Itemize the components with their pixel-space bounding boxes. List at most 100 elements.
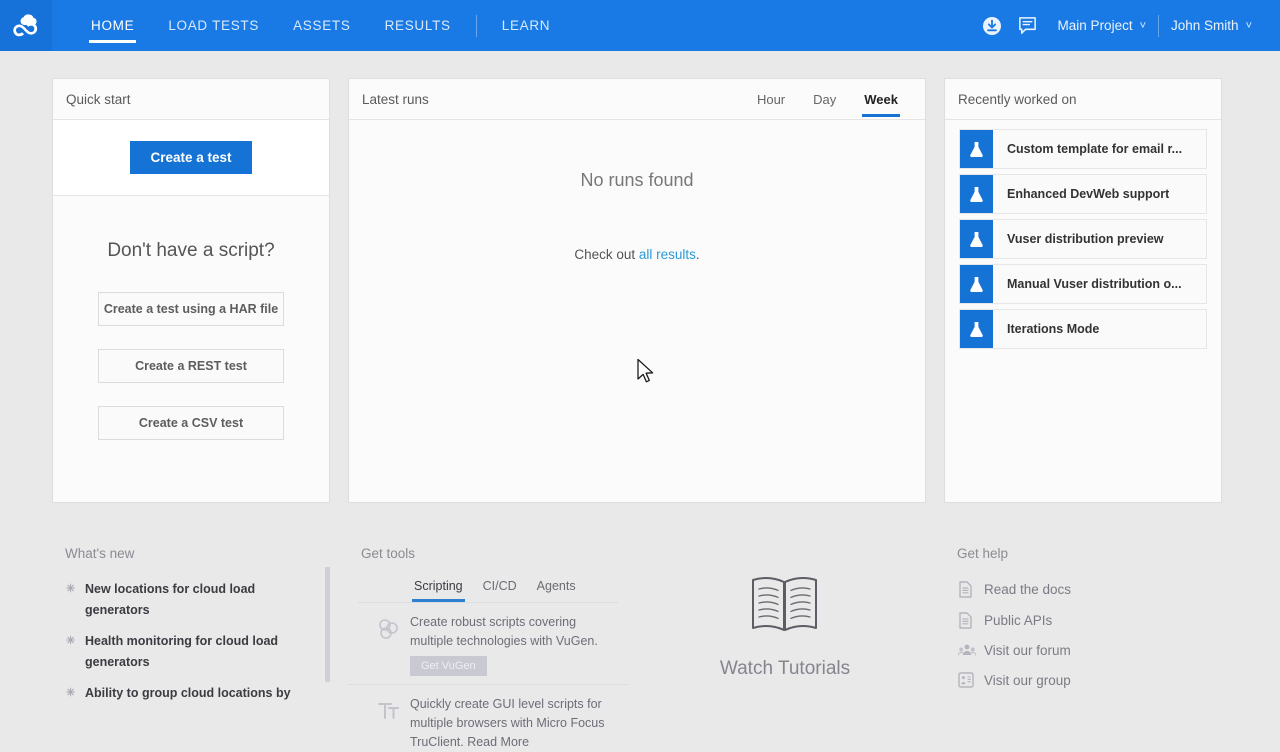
latest-runs-title: Latest runs — [362, 92, 429, 107]
list-item[interactable]: ✳ Health monitoring for cloud load gener… — [66, 631, 310, 673]
chevron-down-icon: ˅ — [1140, 20, 1146, 32]
get-vugen-button[interactable]: Get VuGen — [410, 656, 487, 676]
quick-start-buttons: Create a test using a HAR file Create a … — [53, 262, 329, 440]
tab-week[interactable]: Week — [850, 79, 912, 120]
list-item-label: Iterations Mode — [993, 322, 1099, 336]
get-tools-truclient-text[interactable]: Quickly create GUI level scripts for mul… — [410, 695, 614, 752]
whats-new-title: What's new — [52, 534, 330, 561]
tab-agents[interactable]: Agents — [527, 579, 586, 602]
get-tools-title: Get tools — [348, 534, 628, 561]
user-menu[interactable]: John Smith ˅ — [1159, 0, 1264, 51]
check-results-prefix: Check out — [574, 247, 639, 262]
tab-week-label: Week — [864, 92, 898, 107]
nav-item-home[interactable]: HOME — [74, 0, 151, 51]
list-item-label: Vuser distribution preview — [993, 232, 1164, 246]
list-item-label: Health monitoring for cloud load generat… — [85, 631, 310, 673]
project-selector[interactable]: Main Project ˅ — [1046, 0, 1158, 51]
visit-our-group-label: Visit our group — [984, 673, 1071, 688]
vugen-icon — [368, 613, 410, 676]
whats-new-panel: What's new ✳ New locations for cloud loa… — [52, 534, 330, 720]
nav-item-assets[interactable]: ASSETS — [276, 0, 367, 51]
sparkle-icon: ✳ — [66, 579, 76, 621]
list-item[interactable]: Enhanced DevWeb support — [959, 174, 1207, 214]
infinity-cloud-logo-icon — [9, 11, 43, 41]
list-item[interactable]: ✳ Ability to group cloud locations by — [66, 683, 310, 704]
whats-new-scrollbar[interactable] — [325, 567, 330, 682]
visit-our-group-link[interactable]: Visit our group — [958, 672, 1222, 688]
get-tools-truclient-content: Quickly create GUI level scripts for mul… — [410, 695, 614, 752]
get-help-panel: Get help Read the docs Public APIs — [944, 534, 1222, 720]
recently-worked-on-header: Recently worked on — [945, 79, 1221, 120]
tab-scripting[interactable]: Scripting — [404, 579, 473, 602]
chevron-down-icon: ˅ — [1246, 20, 1252, 32]
watch-tutorials-button[interactable]: Watch Tutorials — [644, 534, 926, 720]
list-item[interactable]: Custom template for email r... — [959, 129, 1207, 169]
tab-hour-label: Hour — [757, 92, 785, 107]
nav-right-group: Main Project ˅ John Smith ˅ — [974, 0, 1280, 51]
sparkle-icon: ✳ — [66, 631, 76, 673]
tab-cicd-label: CI/CD — [483, 579, 517, 593]
get-tools-row-truclient: Quickly create GUI level scripts for mul… — [348, 684, 628, 752]
get-tools-vugen-text: Create robust scripts covering multiple … — [410, 613, 614, 651]
list-item-label: Custom template for email r... — [993, 142, 1182, 156]
all-results-link[interactable]: all results — [639, 247, 696, 262]
get-tools-row-vugen: Create robust scripts covering multiple … — [348, 603, 628, 676]
nav-item-learn[interactable]: LEARN — [485, 0, 568, 51]
app-logo[interactable] — [0, 0, 52, 51]
flask-icon — [960, 175, 993, 213]
flask-icon — [960, 220, 993, 258]
nav-item-load-tests-label: LOAD TESTS — [168, 18, 259, 33]
list-item[interactable]: ✳ New locations for cloud load generator… — [66, 579, 310, 621]
tab-hour[interactable]: Hour — [743, 79, 799, 120]
top-navigation-bar: HOME LOAD TESTS ASSETS RESULTS LEARN Mai… — [0, 0, 1280, 51]
public-apis-link[interactable]: Public APIs — [958, 612, 1222, 629]
nav-items: HOME LOAD TESTS ASSETS RESULTS LEARN — [74, 0, 567, 51]
get-tools-tabs: Scripting CI/CD Agents — [348, 561, 628, 602]
flask-icon — [960, 310, 993, 348]
get-help-list: Read the docs Public APIs — [944, 561, 1222, 688]
group-icon — [958, 672, 984, 688]
whats-new-list: ✳ New locations for cloud load generator… — [52, 561, 330, 704]
list-item-label: New locations for cloud load generators — [85, 579, 310, 621]
people-icon — [958, 643, 984, 658]
chat-icon[interactable] — [1010, 0, 1046, 51]
tab-day[interactable]: Day — [799, 79, 850, 120]
nav-item-results[interactable]: RESULTS — [368, 0, 468, 51]
document-icon — [958, 612, 984, 629]
public-apis-label: Public APIs — [984, 613, 1052, 628]
nav-item-learn-label: LEARN — [502, 18, 551, 33]
no-script-subtitle: Don't have a script? — [53, 196, 329, 262]
read-the-docs-link[interactable]: Read the docs — [958, 581, 1222, 598]
visit-our-forum-link[interactable]: Visit our forum — [958, 643, 1222, 658]
project-selector-label: Main Project — [1058, 18, 1133, 33]
watch-tutorials-panel: Watch Tutorials — [644, 534, 926, 720]
download-icon[interactable] — [974, 0, 1010, 51]
create-test-button[interactable]: Create a test — [130, 141, 251, 174]
get-help-title: Get help — [944, 534, 1222, 561]
check-results-suffix: . — [696, 247, 700, 262]
nav-item-home-label: HOME — [91, 18, 134, 33]
read-the-docs-label: Read the docs — [984, 582, 1071, 597]
nav-item-load-tests[interactable]: LOAD TESTS — [151, 0, 276, 51]
quick-start-panel: Quick start Create a test Don't have a s… — [52, 78, 330, 503]
tab-cicd[interactable]: CI/CD — [473, 579, 527, 602]
check-results-text: Check out all results. — [349, 247, 925, 262]
create-rest-test-button[interactable]: Create a REST test — [98, 349, 284, 383]
truclient-icon — [368, 695, 410, 752]
user-menu-label: John Smith — [1171, 18, 1239, 33]
list-item[interactable]: Manual Vuser distribution o... — [959, 264, 1207, 304]
latest-runs-body: No runs found Check out all results. — [349, 120, 925, 262]
watch-tutorials-label: Watch Tutorials — [720, 658, 850, 680]
list-item[interactable]: Iterations Mode — [959, 309, 1207, 349]
create-csv-test-button[interactable]: Create a CSV test — [98, 406, 284, 440]
recently-worked-on-panel: Recently worked on Custom template for e… — [944, 78, 1222, 503]
get-tools-panel: Get tools Scripting CI/CD Agents Create … — [348, 534, 628, 720]
tab-agents-label: Agents — [537, 579, 576, 593]
quick-start-header: Quick start — [53, 79, 329, 120]
latest-runs-tabs: Hour Day Week — [743, 79, 912, 120]
create-har-test-button[interactable]: Create a test using a HAR file — [98, 292, 284, 326]
list-item-label: Ability to group cloud locations by — [85, 683, 291, 704]
list-item[interactable]: Vuser distribution preview — [959, 219, 1207, 259]
flask-icon — [960, 265, 993, 303]
list-item-label: Manual Vuser distribution o... — [993, 277, 1182, 291]
